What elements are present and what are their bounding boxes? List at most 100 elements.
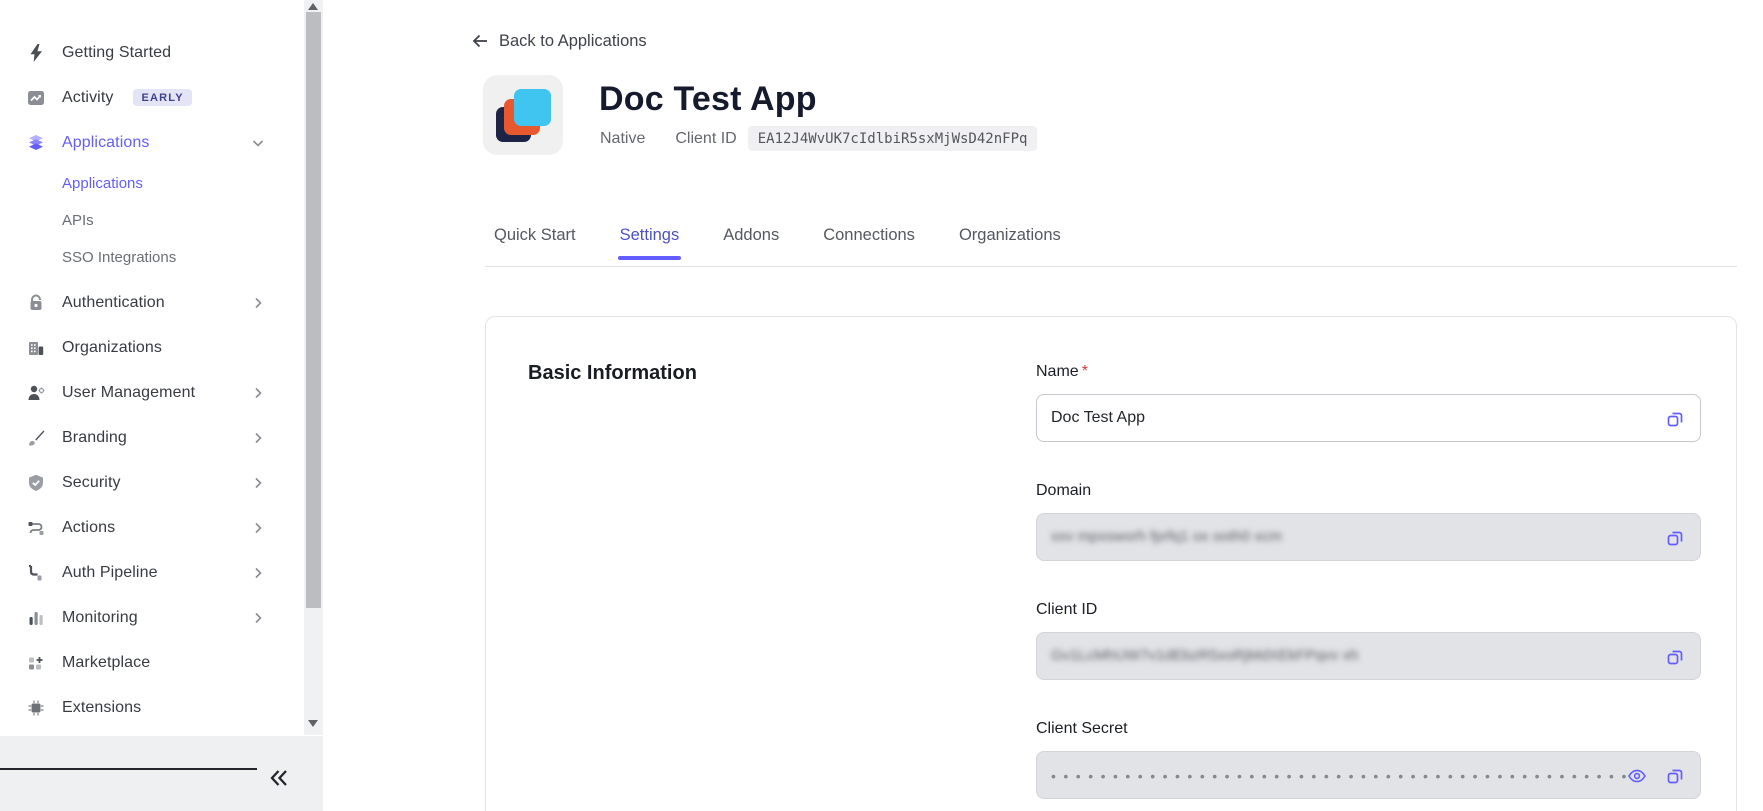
name-label: Name*	[1036, 363, 1701, 380]
sidebar-item-label: Extensions	[62, 699, 141, 717]
client-id-label: Client ID	[675, 130, 736, 148]
sidebar-scrollbar[interactable]	[304, 0, 323, 735]
sidebar-subitem-label: APIs	[62, 212, 94, 229]
tab-organizations[interactable]: Organizations	[959, 227, 1061, 260]
reveal-client-secret-button[interactable]	[1626, 765, 1648, 787]
sidebar-item-activity[interactable]: Activity EARLY	[0, 75, 304, 120]
client-id-field: Gv1LcMhUW7v1dEbzR5xoRjMdXEkFPqvv xh	[1036, 632, 1701, 680]
app-logo	[483, 75, 563, 155]
chevron-right-icon	[250, 520, 266, 536]
sidebar-item-authentication[interactable]: Authentication	[0, 280, 304, 325]
chip-icon	[26, 698, 46, 718]
activity-icon	[26, 88, 46, 108]
sidebar-item-label: Branding	[62, 429, 127, 447]
tab-addons[interactable]: Addons	[723, 227, 779, 260]
tab-settings[interactable]: Settings	[620, 227, 680, 260]
sidebar-item-label: Auth Pipeline	[62, 564, 158, 582]
copy-icon	[1664, 646, 1686, 668]
tab-connections[interactable]: Connections	[823, 227, 915, 260]
domain-redacted-value: xxv mpxsworh fprfq1 ox ooth0 xcm	[1051, 528, 1282, 545]
early-badge: EARLY	[133, 89, 191, 106]
copy-client-secret-button[interactable]	[1664, 765, 1686, 787]
user-gear-icon	[26, 383, 46, 403]
required-asterisk: *	[1082, 363, 1088, 380]
sidebar-item-auth-pipeline[interactable]: Auth Pipeline	[0, 550, 304, 595]
domain-label: Domain	[1036, 482, 1701, 499]
sidebar-item-label: Monitoring	[62, 609, 138, 627]
chevron-right-icon	[250, 475, 266, 491]
back-to-applications-link[interactable]: Back to Applications	[470, 31, 647, 51]
tab-quick-start[interactable]: Quick Start	[494, 227, 576, 260]
app-type-label: Native	[600, 130, 645, 148]
sidebar-item-organizations[interactable]: Organizations	[0, 325, 304, 370]
sidebar-item-user-management[interactable]: User Management	[0, 370, 304, 415]
sidebar-item-label: Authentication	[62, 294, 165, 312]
sidebar-item-label: Activity	[62, 89, 113, 107]
arrow-left-icon	[470, 31, 490, 51]
client-id-field-label: Client ID	[1036, 601, 1701, 618]
lock-icon	[26, 293, 46, 313]
sidebar-item-applications[interactable]: Applications	[0, 120, 304, 165]
sidebar-item-label: Getting Started	[62, 44, 171, 62]
copy-name-button[interactable]	[1664, 408, 1686, 430]
flow-icon	[26, 518, 46, 538]
chevron-right-icon	[250, 610, 266, 626]
applications-icon	[26, 133, 46, 153]
sidebar-item-label: User Management	[62, 384, 195, 402]
sidebar-item-label: Actions	[62, 519, 115, 537]
domain-field: xxv mpxsworh fprfq1 ox ooth0 xcm	[1036, 513, 1701, 561]
copy-icon	[1664, 765, 1686, 787]
sidebar-item-label: Marketplace	[62, 654, 150, 672]
back-label: Back to Applications	[499, 32, 647, 51]
scrollbar-down-arrow[interactable]	[308, 720, 318, 727]
sidebar-subitem-apis[interactable]: APIs	[0, 202, 304, 239]
scrollbar-thumb[interactable]	[306, 12, 321, 608]
chevron-right-icon	[250, 385, 266, 401]
paintbrush-icon	[26, 428, 46, 448]
page-title: Doc Test App	[599, 80, 817, 119]
tabs-divider	[485, 266, 1737, 267]
grid-plus-icon	[26, 653, 46, 673]
bar-chart-icon	[26, 608, 46, 628]
sidebar-item-monitoring[interactable]: Monitoring	[0, 595, 304, 640]
bolt-icon	[26, 43, 46, 63]
name-input[interactable]	[1037, 395, 1700, 441]
settings-fields: Name* Domain xxv mpxsworh fprfq1 ox ooth…	[1036, 363, 1701, 799]
client-secret-label: Client Secret	[1036, 720, 1701, 737]
sidebar-item-getting-started[interactable]: Getting Started	[0, 30, 304, 75]
sidebar-item-branding[interactable]: Branding	[0, 415, 304, 460]
scrollbar-up-arrow[interactable]	[308, 3, 318, 10]
sidebar-subitem-label: Applications	[62, 175, 143, 192]
client-id-redacted-value: Gv1LcMhUW7v1dEbzR5xoRjMdXEkFPqvv xh	[1051, 647, 1359, 664]
eye-icon	[1626, 765, 1648, 787]
client-secret-masked-value: ••••••••••••••••••••••••••••••••••••••••…	[1051, 768, 1631, 784]
client-secret-field: ••••••••••••••••••••••••••••••••••••••••…	[1036, 751, 1701, 799]
app-meta-row: Native Client ID EA12J4WvUK7cIdlbiR5sxMj…	[600, 126, 1037, 151]
sidebar-item-label: Organizations	[62, 339, 162, 357]
chevron-right-icon	[250, 430, 266, 446]
sidebar-item-label: Security	[62, 474, 121, 492]
copy-domain-button[interactable]	[1664, 527, 1686, 549]
sidebar-item-extensions[interactable]: Extensions	[0, 685, 304, 730]
section-title: Basic Information	[528, 362, 697, 385]
building-icon	[26, 338, 46, 358]
sidebar-subitem-label: SSO Integrations	[62, 249, 176, 266]
sidebar-footer	[0, 736, 323, 811]
name-field	[1036, 394, 1701, 442]
client-id-chip: EA12J4WvUK7cIdlbiR5sxMjWsD42nFPq	[748, 126, 1038, 151]
sidebar-item-security[interactable]: Security	[0, 460, 304, 505]
footer-divider-line	[0, 768, 257, 770]
shield-icon	[26, 473, 46, 493]
sidebar-item-marketplace[interactable]: Marketplace	[0, 640, 304, 685]
app-tabs: Quick Start Settings Addons Connections …	[494, 227, 1061, 260]
sidebar-item-actions[interactable]: Actions	[0, 505, 304, 550]
sidebar-subitem-applications[interactable]: Applications	[0, 165, 304, 202]
pipeline-icon	[26, 563, 46, 583]
sidebar-subitem-sso-integrations[interactable]: SSO Integrations	[0, 239, 304, 276]
chevron-right-icon	[250, 565, 266, 581]
collapse-sidebar-button[interactable]	[266, 766, 292, 790]
copy-client-id-button[interactable]	[1664, 646, 1686, 668]
chevron-right-icon	[250, 295, 266, 311]
sidebar: Getting Started Activity EARLY Applicati…	[0, 0, 304, 736]
copy-icon	[1664, 527, 1686, 549]
